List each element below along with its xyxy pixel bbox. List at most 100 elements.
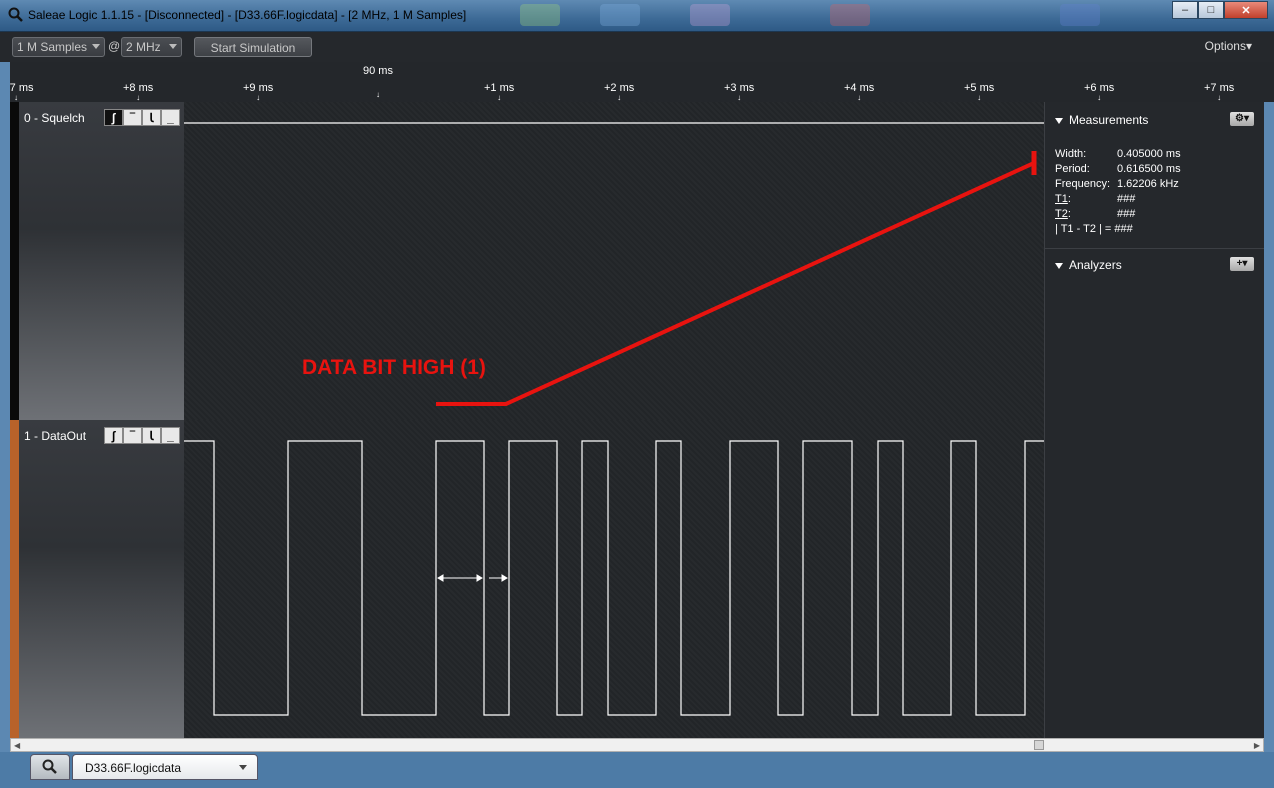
plus-icon: +▾ — [1236, 258, 1248, 269]
time-ruler[interactable]: 90 ms ↓ -7 ms ↓ +8 ms ↓ +9 ms ↓ +1 ms ↓ +2 m… — [0, 62, 1274, 102]
chevron-down-icon — [169, 44, 177, 49]
minimize-icon: – — [1181, 4, 1189, 16]
ruler-tick: +3 ms ↓ — [724, 82, 755, 102]
measurements-header[interactable]: Measurements — [1055, 113, 1148, 127]
tab-label: D33.66F.logicdata — [85, 761, 182, 775]
low-level-icon: _ — [167, 110, 174, 125]
channel-color-swatch — [10, 102, 19, 420]
search-icon — [42, 759, 57, 774]
measurement-row: Frequency: 1.62206 kHz — [1055, 178, 1181, 193]
ruler-tick: +8 ms ↓ — [123, 82, 154, 102]
measurement-value: ### — [1117, 208, 1136, 220]
channel-dataout: 1 - DataOut ʃ ‾ Ꙇ _ — [10, 420, 1044, 738]
ruler-center-marker: ↓ — [376, 90, 380, 99]
ruler-tick: +2 ms ↓ — [604, 82, 635, 102]
measurement-row: | T1 - T2 | = ### — [1055, 223, 1181, 238]
measurement-key: | T1 - T2 | = — [1055, 223, 1112, 235]
ruler-tick: +6 ms ↓ — [1084, 82, 1115, 102]
maximize-icon: □ — [1207, 4, 1215, 16]
collapse-triangle-icon — [1055, 262, 1063, 269]
falling-edge-trigger-button[interactable]: Ꙇ — [142, 109, 161, 126]
ruler-tick: +5 ms ↓ — [964, 82, 995, 102]
add-analyzer-button[interactable]: +▾ — [1230, 257, 1254, 271]
trigger-buttons: ʃ ‾ Ꙇ _ — [104, 109, 180, 126]
rate-select[interactable]: 2 MHz — [121, 37, 182, 57]
gear-icon: ⚙▾ — [1235, 113, 1249, 124]
channels-area: 0 - Squelch ʃ ‾ Ꙇ _ 1 - DataOut ʃ ‾ Ꙇ _ — [10, 102, 1044, 738]
horizontal-scrollbar[interactable]: ◀ ▶ — [10, 738, 1264, 752]
measurements-title: Measurements — [1069, 113, 1149, 127]
t1-marker-link[interactable]: T1 — [1055, 193, 1068, 205]
analyzers-title: Analyzers — [1069, 258, 1122, 272]
channel-label-panel[interactable]: 1 - DataOut ʃ ‾ Ꙇ _ — [10, 420, 184, 738]
channel-label-panel[interactable]: 0 - Squelch ʃ ‾ Ꙇ _ — [10, 102, 184, 420]
measurement-row: Period: 0.616500 ms — [1055, 163, 1181, 178]
at-label: @ — [108, 39, 121, 53]
measurement-key: Frequency: — [1055, 178, 1111, 190]
measurement-key-suffix: : — [1067, 208, 1071, 220]
channel-color-swatch — [10, 420, 19, 738]
ruler-tick: +1 ms ↓ — [484, 82, 515, 102]
search-tab[interactable] — [30, 754, 70, 780]
ruler-tick: +7 ms ↓ — [1204, 82, 1235, 102]
low-level-icon: _ — [167, 428, 174, 443]
ruler-tick: +4 ms ↓ — [844, 82, 875, 102]
squelch-waveform-plot[interactable] — [184, 102, 1044, 420]
rising-edge-trigger-button[interactable]: ʃ — [104, 427, 123, 444]
falling-edge-icon: Ꙇ — [149, 110, 154, 125]
channel-name: 0 - Squelch — [24, 111, 85, 125]
channel-squelch: 0 - Squelch ʃ ‾ Ꙇ _ — [10, 102, 1044, 420]
close-button[interactable]: ✕ — [1224, 1, 1268, 19]
analyzers-header[interactable]: Analyzers — [1055, 258, 1122, 272]
high-level-icon: ‾ — [130, 428, 135, 443]
toolbar — [0, 32, 1274, 62]
falling-edge-trigger-button[interactable]: Ꙇ — [142, 427, 161, 444]
minimize-button[interactable]: – — [1172, 1, 1198, 19]
ruler-center-label: 90 ms — [363, 65, 393, 77]
high-level-icon: ‾ — [130, 110, 135, 125]
measurement-key: Period: — [1055, 163, 1090, 175]
samples-value: 1 M Samples — [17, 40, 88, 54]
scrollbar-thumb[interactable] — [1034, 740, 1044, 750]
channel-name: 1 - DataOut — [24, 429, 87, 443]
measurement-row: T2: ### — [1055, 208, 1181, 223]
measurement-row: Width: 0.405000 ms — [1055, 148, 1181, 163]
samples-select[interactable]: 1 M Samples — [12, 37, 105, 57]
trigger-buttons: ʃ ‾ Ꙇ _ — [104, 427, 180, 444]
title-bar: Saleae Logic 1.1.15 - [Disconnected] - [… — [0, 0, 1274, 32]
low-level-trigger-button[interactable]: _ — [161, 427, 180, 444]
magnifier-app-icon — [8, 7, 23, 22]
dataout-waveform-plot[interactable] — [184, 420, 1044, 738]
ruler-tick: +9 ms ↓ — [243, 82, 274, 102]
maximize-button[interactable]: □ — [1198, 1, 1224, 19]
scroll-right-icon[interactable]: ▶ — [1254, 741, 1260, 750]
measurement-row: T1: ### — [1055, 193, 1181, 208]
low-level-trigger-button[interactable]: _ — [161, 109, 180, 126]
high-level-trigger-button[interactable]: ‾ — [123, 109, 142, 126]
chevron-down-icon[interactable] — [239, 765, 247, 770]
tab-strip: D33.66F.logicdata — [0, 752, 1274, 788]
measurement-key-suffix: : — [1067, 193, 1071, 205]
high-level-trigger-button[interactable]: ‾ — [123, 427, 142, 444]
ruler-tick: -7 ms ↓ — [6, 82, 34, 102]
chevron-down-icon — [92, 44, 100, 49]
falling-edge-icon: Ꙇ — [149, 428, 154, 443]
collapse-triangle-icon — [1055, 117, 1063, 124]
scroll-left-icon[interactable]: ◀ — [14, 741, 20, 750]
window-left-border — [0, 62, 10, 752]
rising-edge-trigger-button[interactable]: ʃ — [104, 109, 123, 126]
panel-divider — [1045, 248, 1264, 249]
options-menu[interactable]: Options▾ — [1205, 39, 1252, 53]
measurement-value: 0.616500 ms — [1117, 163, 1181, 175]
measurement-value: ### — [1117, 193, 1136, 205]
measurements-settings-button[interactable]: ⚙▾ — [1230, 112, 1254, 126]
t2-marker-link[interactable]: T2 — [1055, 208, 1068, 220]
measurement-value: 1.62206 kHz — [1117, 178, 1179, 190]
rising-edge-icon: ʃ — [111, 428, 116, 443]
close-icon: ✕ — [1241, 4, 1251, 17]
tab-logicdata-file[interactable]: D33.66F.logicdata — [72, 754, 258, 780]
rate-value: 2 MHz — [126, 40, 161, 54]
measurement-value: ### — [1114, 223, 1133, 235]
rising-edge-icon: ʃ — [111, 110, 116, 125]
start-simulation-button[interactable]: Start Simulation — [194, 37, 312, 57]
